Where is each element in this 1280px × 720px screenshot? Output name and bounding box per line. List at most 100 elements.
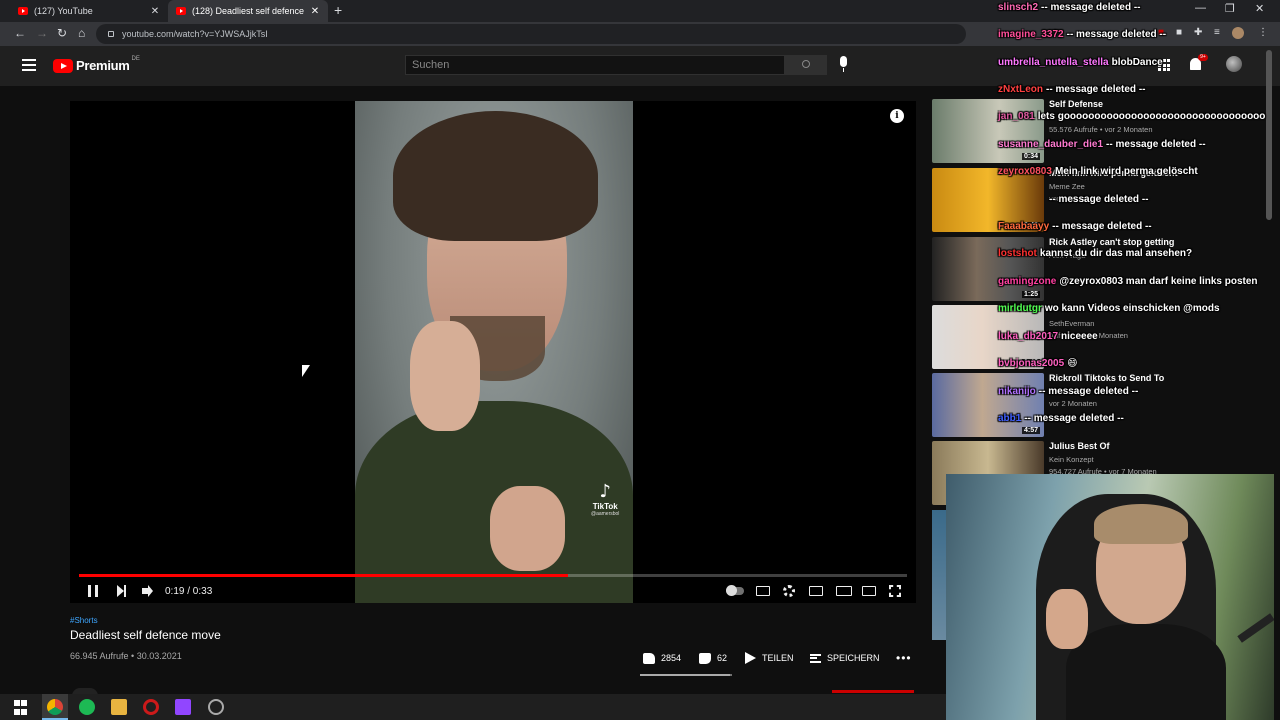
chat-username: umbrella_nutella_stella bbox=[998, 57, 1109, 68]
recommendation-stats: 55.576 Aufrufe • vor 2 Monaten bbox=[1049, 125, 1153, 134]
recommendation-channel: SethEverman bbox=[1049, 319, 1095, 328]
chat-text: -- message deleted -- bbox=[1066, 29, 1167, 40]
restore-button[interactable]: ❐ bbox=[1225, 2, 1235, 15]
share-button[interactable]: TEILEN bbox=[745, 651, 794, 665]
chat-text: niceeee bbox=[1061, 331, 1098, 342]
chat-message: mirldutgr wo kann Videos einschicken @mod… bbox=[998, 303, 1220, 314]
recommendation-title: Rickroll Tiktoks to Send To bbox=[1049, 373, 1165, 383]
chat-username: zeyrox0803 bbox=[998, 166, 1052, 177]
next-icon bbox=[117, 585, 126, 597]
chat-username: Faaabaayy bbox=[998, 221, 1050, 232]
recommendation-item[interactable]: 1:25 Rick Astley can't stop getting Alex… bbox=[932, 237, 1262, 301]
theater-mode-button[interactable] bbox=[836, 582, 852, 600]
chat-text: lets gooooooooooooooooooooooooooooooooo bbox=[1037, 111, 1266, 122]
windows-start-icon[interactable] bbox=[14, 700, 30, 716]
obs-icon[interactable] bbox=[208, 699, 224, 715]
hashtag-link[interactable]: #Shorts bbox=[70, 616, 98, 625]
profile-icon[interactable] bbox=[1232, 27, 1244, 39]
like-button[interactable]: 2854 bbox=[643, 651, 681, 665]
video-player[interactable]: ♪ TikTok @aamersbol i 0:19 / 0:33 bbox=[70, 101, 916, 603]
forward-icon[interactable]: → bbox=[36, 26, 48, 40]
chat-message: umbrella_nutella_stella blobDance bbox=[998, 57, 1163, 68]
volume-button[interactable] bbox=[142, 582, 148, 600]
recommendation-item[interactable]: 0:34 Self Defense 55.576 Aufrufe • vor 2… bbox=[932, 99, 1262, 163]
info-icon[interactable]: i bbox=[890, 109, 904, 123]
chat-text: Mein link wird perma gelöscht bbox=[1054, 166, 1198, 177]
avatar[interactable] bbox=[1226, 56, 1242, 72]
fullscreen-button[interactable] bbox=[889, 582, 901, 600]
recommendation-title: Rick Astley can't stop getting bbox=[1049, 237, 1175, 247]
dislike-button[interactable]: 62 bbox=[699, 651, 727, 665]
thumbs-down-icon bbox=[699, 652, 711, 664]
microphone-icon[interactable] bbox=[840, 56, 847, 72]
opera-icon[interactable] bbox=[143, 699, 159, 715]
video-title: Deadliest self defence move bbox=[70, 628, 221, 642]
youtube-favicon-icon bbox=[176, 7, 186, 15]
more-actions-button[interactable]: ••• bbox=[896, 651, 912, 665]
next-button[interactable] bbox=[117, 582, 126, 600]
notification-badge: 9+ bbox=[1198, 54, 1208, 61]
chat-text: @zeyrox0803 man darf keine links posten bbox=[1059, 276, 1258, 287]
volume-icon bbox=[142, 588, 148, 594]
twitch-icon[interactable] bbox=[175, 699, 191, 715]
chat-text: 😄 bbox=[1067, 358, 1078, 369]
chat-username: slinsch2 bbox=[998, 2, 1039, 13]
like-ratio-bar bbox=[640, 674, 732, 676]
tab-label: (127) YouTube bbox=[34, 6, 93, 16]
search-input[interactable]: Suchen bbox=[405, 55, 785, 75]
share-label: TEILEN bbox=[762, 653, 794, 663]
chat-text: blobDance bbox=[1111, 57, 1163, 68]
tiktok-watermark: ♪ TikTok @aamersbol bbox=[591, 481, 619, 517]
browser-tab-youtube[interactable]: (127) YouTube ✕ bbox=[10, 0, 168, 22]
save-playlist-icon bbox=[810, 653, 821, 663]
puzzle-icon[interactable]: ✚ bbox=[1194, 27, 1202, 38]
tab-close-icon[interactable]: ✕ bbox=[150, 6, 160, 17]
settings-button[interactable] bbox=[783, 582, 795, 600]
chat-username: mirldutgr bbox=[998, 303, 1042, 314]
pause-icon bbox=[88, 585, 98, 597]
tiktok-label: TikTok bbox=[592, 502, 618, 511]
search-placeholder: Suchen bbox=[412, 59, 450, 71]
chat-message: slinsch2 -- message deleted -- bbox=[998, 2, 1141, 13]
tab-close-icon[interactable]: ✕ bbox=[310, 6, 320, 17]
like-count: 2854 bbox=[661, 653, 682, 663]
back-icon[interactable]: ← bbox=[14, 26, 26, 40]
lock-icon bbox=[108, 31, 114, 37]
miniplayer-button[interactable] bbox=[809, 582, 823, 600]
new-tab-button[interactable]: + bbox=[334, 2, 342, 18]
address-bar[interactable]: youtube.com/watch?v=YJWSAJjkTsI bbox=[96, 24, 966, 44]
reload-icon[interactable]: ↻ bbox=[57, 26, 67, 40]
home-icon[interactable]: ⌂ bbox=[78, 26, 85, 40]
chat-username: gamingzone bbox=[998, 276, 1057, 287]
chat-text: -- message deleted -- bbox=[1041, 2, 1141, 13]
page-scrollbar[interactable] bbox=[1266, 50, 1272, 220]
subtitles-button[interactable] bbox=[756, 582, 770, 600]
autoplay-toggle[interactable] bbox=[726, 582, 744, 600]
kebab-menu-icon[interactable]: ⋮ bbox=[1258, 27, 1268, 38]
chrome-icon[interactable] bbox=[47, 699, 63, 715]
extension-icon[interactable]: ■ bbox=[1176, 27, 1182, 38]
minimize-button[interactable]: — bbox=[1195, 2, 1206, 14]
fullscreen-icon bbox=[889, 585, 901, 597]
more-icon: ••• bbox=[896, 651, 912, 665]
hamburger-menu-icon[interactable] bbox=[22, 59, 36, 71]
pause-button[interactable] bbox=[88, 582, 98, 600]
search-button[interactable] bbox=[785, 55, 827, 75]
youtube-premium-logo[interactable]: Premium DE bbox=[53, 56, 140, 73]
chat-text: -- message deleted -- bbox=[1046, 84, 1146, 95]
playlist-icon[interactable]: ≡ bbox=[1214, 27, 1220, 38]
cast-button[interactable] bbox=[862, 582, 876, 600]
file-explorer-icon[interactable] bbox=[111, 699, 127, 715]
browser-tab-video[interactable]: (128) Deadliest self defence ✕ bbox=[168, 0, 328, 22]
duration-badge: 4:57 bbox=[1021, 427, 1040, 434]
progress-bar[interactable] bbox=[79, 574, 907, 577]
recommendation-item[interactable]: 4:57 Rickroll Tiktoks to Send To E.J Gam… bbox=[932, 373, 1262, 437]
spotify-icon[interactable] bbox=[79, 699, 95, 715]
chat-message: imagine_3372 -- message deleted -- bbox=[998, 29, 1166, 40]
subscribe-button[interactable] bbox=[832, 690, 914, 693]
save-button[interactable]: SPEICHERN bbox=[810, 651, 880, 665]
recommendation-thumbnail: 0:34 bbox=[932, 99, 1044, 163]
window-close-button[interactable]: ✕ bbox=[1255, 2, 1264, 15]
time-display: 0:19 / 0:33 bbox=[165, 585, 213, 597]
chat-message: bvbjonas2005 😄 bbox=[998, 358, 1078, 369]
